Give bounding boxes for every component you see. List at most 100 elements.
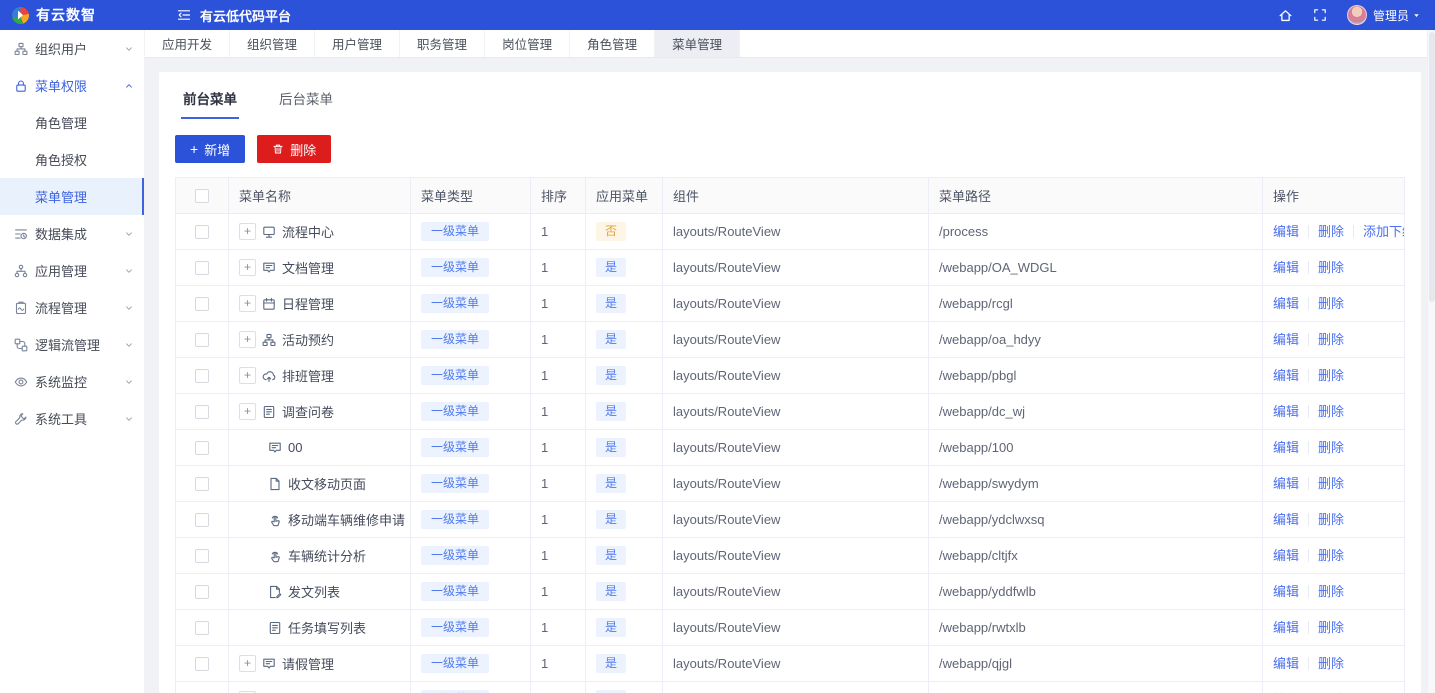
top-tab[interactable]: 菜单管理 [655, 30, 741, 57]
row-checkbox[interactable] [195, 656, 209, 671]
sidebar-item[interactable]: 逻辑流管理 [0, 326, 144, 363]
sort-value: 1 [531, 502, 586, 537]
top-tab[interactable]: 角色管理 [570, 30, 656, 57]
expand-button[interactable]: + [239, 295, 256, 312]
row-checkbox[interactable] [195, 296, 209, 311]
top-tab[interactable]: 应用开发 [145, 30, 231, 57]
delete-link[interactable]: 删除 [1308, 657, 1353, 670]
expand-button[interactable]: + [239, 367, 256, 384]
menu-name: 流程中心 [282, 225, 335, 240]
chevron-down-icon [124, 377, 134, 387]
sidebar-item-label: 组织用户 [35, 42, 88, 57]
edit-link[interactable]: 编辑 [1273, 225, 1308, 238]
top-tab[interactable]: 岗位管理 [485, 30, 571, 57]
delete-button[interactable]: 删除 [257, 135, 332, 163]
sidebar-item[interactable]: 系统监控 [0, 363, 144, 400]
path-value: /webapp/yddfwlb [929, 574, 1263, 609]
sidebar-item[interactable]: 数据集成 [0, 215, 144, 252]
sidebar-item-label: 系统工具 [35, 412, 88, 427]
edit-link[interactable]: 编辑 [1273, 261, 1308, 274]
sidebar-item[interactable]: 应用管理 [0, 252, 144, 289]
menu-fold-icon[interactable] [177, 8, 191, 22]
top-tab[interactable]: 职务管理 [400, 30, 486, 57]
app-menu-tag: 是 [596, 546, 627, 565]
select-all-checkbox[interactable] [195, 188, 209, 203]
path-value: /webapp/OA_WDGL [929, 250, 1263, 285]
delete-link[interactable]: 删除 [1308, 261, 1353, 274]
expand-button[interactable]: + [239, 259, 256, 276]
delete-link[interactable]: 删除 [1308, 441, 1353, 454]
edit-link[interactable]: 编辑 [1273, 405, 1308, 418]
edit-link[interactable]: 编辑 [1273, 477, 1308, 490]
edit-link[interactable]: 编辑 [1273, 621, 1308, 634]
home-icon[interactable] [1278, 8, 1293, 23]
edit-link[interactable]: 编辑 [1273, 333, 1308, 346]
edit-link[interactable]: 编辑 [1273, 657, 1308, 670]
table-row: + 活动预约 一级菜单 1 是 layouts/RouteView/webapp/oa_h… [176, 322, 1404, 358]
expand-button[interactable]: + [239, 655, 256, 672]
file-edit-icon [268, 585, 282, 599]
component-value: layouts/RouteView [663, 538, 929, 573]
row-checkbox[interactable] [195, 512, 209, 527]
add-child-link[interactable]: 添加下级 [1353, 225, 1404, 238]
row-checkbox[interactable] [195, 548, 209, 563]
edit-link[interactable]: 编辑 [1273, 441, 1308, 454]
menu-name: 活动预约 [282, 333, 335, 348]
top-tab[interactable]: 组织管理 [230, 30, 316, 57]
delete-link[interactable]: 删除 [1308, 369, 1353, 382]
delete-link[interactable]: 删除 [1308, 513, 1353, 526]
sidebar-item-label: 流程管理 [35, 301, 88, 316]
edit-link[interactable]: 编辑 [1273, 369, 1308, 382]
content-tab[interactable]: 前台菜单 [181, 88, 239, 119]
delete-link[interactable]: 删除 [1308, 585, 1353, 598]
app-menu-tag: 是 [596, 366, 627, 385]
expand-button[interactable]: + [239, 331, 256, 348]
sidebar-item[interactable]: 菜单权限 [0, 67, 144, 104]
column-header: 菜单路径 [929, 178, 1263, 213]
page-scrollbar[interactable] [1427, 30, 1435, 693]
row-checkbox[interactable] [195, 224, 209, 239]
ops-cell: 编辑删除 [1263, 682, 1404, 693]
delete-link[interactable]: 删除 [1308, 477, 1353, 490]
sidebar-subitem[interactable]: 角色授权 [0, 141, 144, 178]
sidebar-item[interactable]: 系统工具 [0, 400, 144, 437]
edit-link[interactable]: 编辑 [1273, 297, 1308, 310]
add-button[interactable]: + 新增 [175, 135, 246, 163]
fullscreen-icon[interactable] [1313, 8, 1327, 22]
delete-link[interactable]: 删除 [1308, 549, 1353, 562]
content-tab[interactable]: 后台菜单 [279, 88, 333, 119]
delete-link[interactable]: 删除 [1308, 297, 1353, 310]
row-checkbox[interactable] [195, 404, 209, 419]
expand-button[interactable]: + [239, 223, 256, 240]
user-menu[interactable]: 管理员 [1346, 5, 1421, 25]
row-checkbox[interactable] [195, 620, 209, 635]
sidebar-item[interactable]: 流程管理 [0, 289, 144, 326]
row-checkbox[interactable] [195, 476, 209, 491]
row-checkbox[interactable] [195, 584, 209, 599]
top-tab[interactable]: 用户管理 [315, 30, 401, 57]
sidebar-item[interactable]: 组织用户 [0, 30, 144, 67]
delete-link[interactable]: 删除 [1308, 225, 1353, 238]
row-checkbox[interactable] [195, 368, 209, 383]
table-header-row: 菜单名称 菜单类型 排序 应用菜单 组件 菜单路径 操作 [176, 178, 1404, 214]
expand-button[interactable]: + [239, 403, 256, 420]
row-checkbox[interactable] [195, 260, 209, 275]
ops-cell: 编辑删除 [1263, 502, 1404, 537]
row-checkbox[interactable] [195, 440, 209, 455]
sidebar-subitem[interactable]: 角色管理 [0, 104, 144, 141]
menu-type-tag: 一级菜单 [421, 438, 490, 457]
ops-cell: 编辑删除添加下级 [1263, 214, 1404, 249]
table-row: + 文档管理 一级菜单 1 是 layouts/RouteView/webapp/OA_W… [176, 250, 1404, 286]
scrollbar-thumb[interactable] [1429, 32, 1435, 302]
logo: 有云数智 [0, 5, 145, 25]
edit-link[interactable]: 编辑 [1273, 549, 1308, 562]
delete-link[interactable]: 删除 [1308, 333, 1353, 346]
edit-link[interactable]: 编辑 [1273, 585, 1308, 598]
delete-link[interactable]: 删除 [1308, 405, 1353, 418]
app-menu-tag: 是 [596, 654, 627, 673]
edit-link[interactable]: 编辑 [1273, 513, 1308, 526]
delete-link[interactable]: 删除 [1308, 621, 1353, 634]
sort-value: 1 [531, 538, 586, 573]
sidebar-subitem[interactable]: 菜单管理 [0, 178, 144, 215]
row-checkbox[interactable] [195, 332, 209, 347]
